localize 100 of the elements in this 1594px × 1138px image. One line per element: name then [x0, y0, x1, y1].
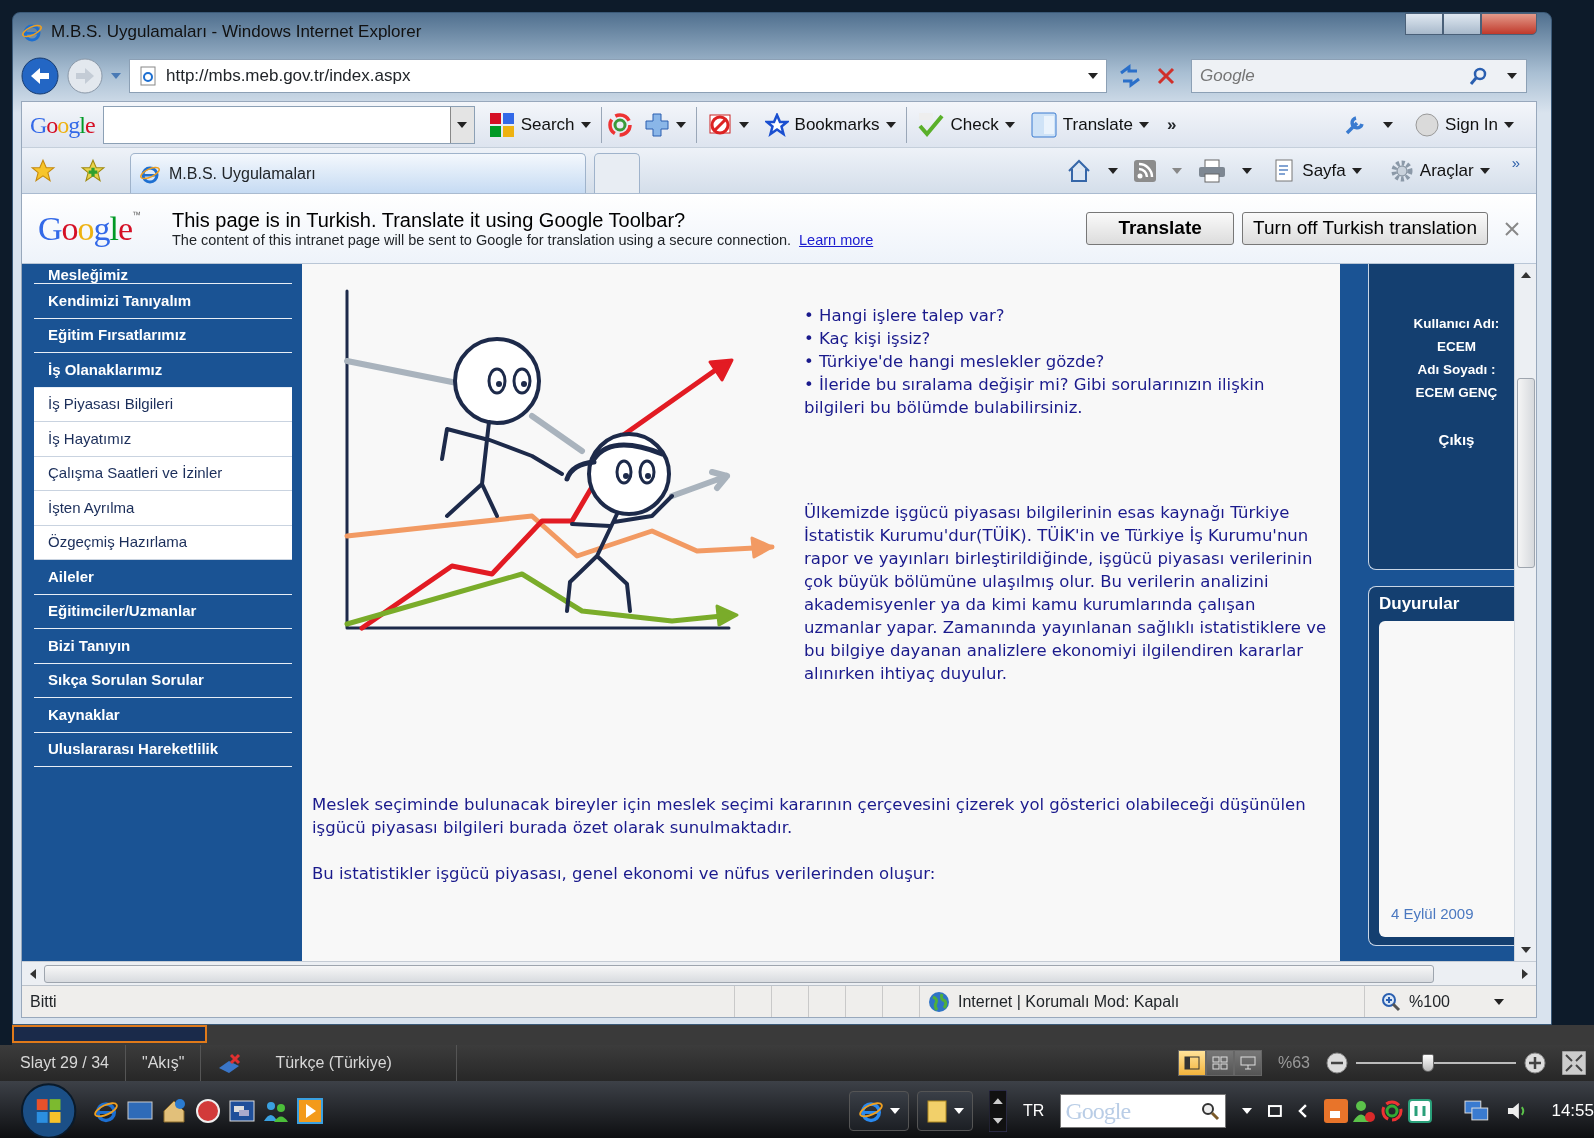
round-app-icon[interactable]: [195, 1098, 222, 1124]
bullet-item: • İleride bu sıralama değişir mi? Gibi sorularınızın ilişkin bilgileri bu bölümde bulabilirsiniz.: [804, 374, 1266, 419]
zoom-in-button[interactable]: [1524, 1052, 1546, 1074]
toolbar-search-field[interactable]: [102, 105, 475, 144]
translate-prompt: This page is in Turkish. Translate it using Google Toolbar?: [172, 208, 687, 232]
nav-item[interactable]: İş Piyasası Bilgileri: [34, 387, 292, 422]
close-icon[interactable]: [1504, 220, 1520, 237]
nav-item[interactable]: İş Olanaklarımız: [34, 353, 292, 388]
maximize-button[interactable]: [1443, 13, 1481, 35]
minimize-button[interactable]: [1405, 13, 1443, 35]
vertical-scrollbar[interactable]: [1514, 264, 1536, 961]
search-button[interactable]: Search: [482, 109, 597, 140]
globe-icon: [928, 990, 950, 1013]
plus-icon: [643, 111, 670, 138]
translate-menu-button[interactable]: Translate: [1024, 109, 1155, 140]
user-icon[interactable]: [1352, 1099, 1377, 1123]
language-indicator: Türkçe (Türkiye): [274, 1053, 393, 1073]
zoom-icon: [1381, 991, 1401, 1012]
nav-item[interactable]: Uluslararası Hareketlilik: [34, 732, 292, 767]
star-icon: [764, 112, 789, 137]
check-button[interactable]: Check: [910, 109, 1021, 140]
chevron-icon[interactable]: [1298, 1103, 1309, 1119]
avatar-icon: [1415, 112, 1440, 137]
star-icon[interactable]: [30, 157, 56, 184]
network-icon[interactable]: [1464, 1099, 1490, 1123]
fullname-label: Adı Soyadı :: [1417, 361, 1496, 379]
nav-item[interactable]: Sıkça Sorulan Sorular: [34, 663, 292, 698]
nav-item[interactable]: Eğitim Fırsatlarımız: [34, 318, 292, 353]
app-icon[interactable]: [1408, 1099, 1433, 1123]
nav-item[interactable]: Kendimizi Tanıyalım: [34, 284, 292, 319]
taskbar-search-field[interactable]: Google: [1060, 1094, 1227, 1128]
add-favorite-icon[interactable]: [80, 157, 106, 184]
view-button[interactable]: [1177, 1050, 1206, 1076]
desktop-icon[interactable]: [127, 1099, 154, 1123]
slide-thumbnail[interactable]: [12, 1025, 207, 1043]
zoom-control[interactable]: %100: [1365, 989, 1536, 1014]
nav-item[interactable]: Mesleğimiz: [34, 264, 292, 284]
browser-tab[interactable]: M.B.S. Uygulamaları: [130, 153, 586, 193]
slider-thumb[interactable]: [1422, 1054, 1434, 1072]
nav-item[interactable]: Kaynaklar: [34, 698, 292, 733]
gear-icon: [1389, 158, 1414, 183]
nav-item[interactable]: Eğitimciler/Uzmanlar: [34, 594, 292, 629]
grid-icon: [1211, 1056, 1228, 1070]
fit-window-icon[interactable]: [1562, 1051, 1586, 1075]
nav-item[interactable]: Bizi Tanıyın: [34, 629, 292, 664]
nav-item[interactable]: İşten Ayrılma: [34, 491, 292, 526]
bullet-item: • Hangi işlere talep var?: [804, 305, 1006, 327]
bullet-item: • Türkiye'de hangi meslekler gözde?: [804, 351, 1106, 373]
start-button[interactable]: [20, 1082, 78, 1138]
swirl-icon[interactable]: [1380, 1099, 1405, 1123]
horizontal-scrollbar[interactable]: [22, 961, 1536, 985]
more-button[interactable]: »: [1159, 111, 1177, 138]
search-icon[interactable]: [1200, 1101, 1221, 1121]
page-menu[interactable]: Sayfa: [1268, 155, 1368, 186]
input-language[interactable]: TR: [1023, 1099, 1045, 1123]
close-button[interactable]: [1481, 13, 1537, 35]
screen-icon: [1239, 1056, 1256, 1070]
taskbar-button[interactable]: [917, 1091, 974, 1131]
scroll-thumb[interactable]: [44, 964, 1434, 983]
trademark-symbol: ™: [132, 209, 142, 222]
turn-off-translation-button[interactable]: Turn off Turkish translation: [1242, 212, 1488, 245]
bookmarks-button[interactable]: Bookmarks: [758, 109, 902, 140]
learn-more-link[interactable]: Learn more: [799, 231, 874, 249]
page-icon: [138, 66, 158, 86]
search-icon[interactable]: [1469, 66, 1489, 86]
house-icon[interactable]: [161, 1098, 188, 1124]
scroll-thumb[interactable]: [1516, 378, 1535, 568]
logout-link[interactable]: Çıkış: [1438, 428, 1475, 451]
paragraph: Meslek seçiminde bulunacak bireyler için meslek seçimi kararının çerçevesini çizerek yol gösterici olabileceği düşünülen işgücü piyasası bilgileri burada özet olarak sunulmaktadır.: [312, 794, 1307, 839]
sign-in-button[interactable]: Sign In: [1409, 109, 1520, 140]
people-icon[interactable]: [263, 1099, 290, 1123]
tools-menu[interactable]: Araçlar: [1383, 155, 1496, 186]
status-text: Bitti: [29, 991, 58, 1012]
username-value: ECEM: [1437, 338, 1476, 356]
nav-item[interactable]: Çalışma Saatleri ve İzinler: [34, 456, 292, 491]
nav-item[interactable]: İş Hayatımız: [34, 422, 292, 457]
play-icon[interactable]: [297, 1098, 324, 1124]
bullet-item: • Kaç kişi işsiz?: [804, 328, 932, 350]
back-button[interactable]: [21, 57, 59, 95]
window-title: M.B.S. Uygulamaları - Windows Internet Explorer: [51, 21, 422, 44]
window-icon[interactable]: [229, 1099, 256, 1123]
printer-icon[interactable]: [1198, 158, 1227, 183]
squares-icon: [488, 111, 515, 138]
security-zone-text: Internet | Korumalı Mod: Kapalı: [958, 991, 1180, 1012]
nav-item[interactable]: Özgeçmiş Hazırlama: [34, 525, 292, 560]
more-button[interactable]: »: [1511, 155, 1520, 170]
caret-icon[interactable]: [1507, 73, 1517, 79]
zoom-out-button[interactable]: [1326, 1052, 1348, 1074]
taskbar-button[interactable]: [849, 1091, 910, 1131]
search-field[interactable]: Google: [1191, 59, 1527, 93]
address-field[interactable]: http://mbs.meb.gov.tr/index.aspx: [129, 59, 1107, 93]
slide-counter: Slayt 29 / 34: [20, 1053, 110, 1073]
scroll-arrows-icon[interactable]: [989, 1090, 1008, 1132]
google-logo: Google: [38, 209, 133, 249]
feed-icon[interactable]: [1134, 159, 1157, 182]
dropdown-button[interactable]: [449, 106, 474, 143]
translate-button[interactable]: Translate: [1086, 212, 1235, 245]
swirl-icon[interactable]: [605, 110, 634, 139]
layout-icon: [1183, 1056, 1200, 1070]
nav-item[interactable]: Aileler: [34, 560, 292, 595]
